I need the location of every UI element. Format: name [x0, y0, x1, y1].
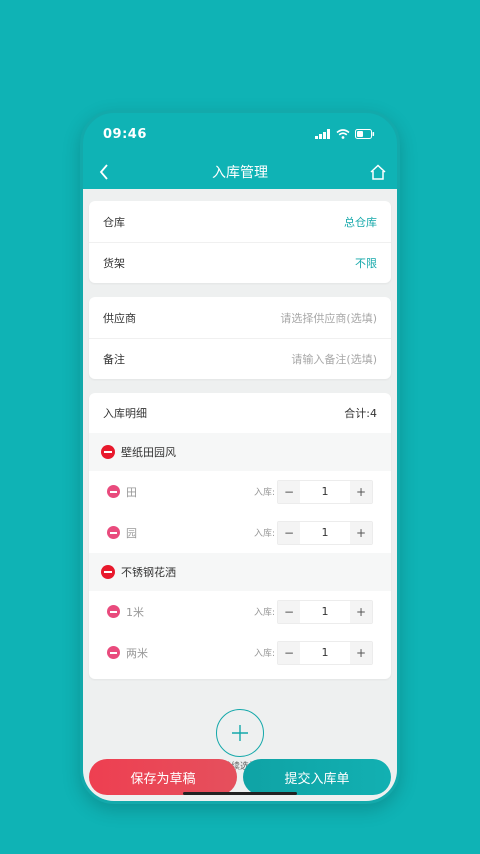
variant-row: 1米 入库: − 1 +	[89, 591, 391, 632]
variant-row: 田 入库: − 1 +	[89, 471, 391, 512]
qty-label: 入库:	[253, 608, 275, 618]
nav-bar: 入库管理	[83, 155, 397, 189]
variant-name: 田	[126, 485, 137, 499]
phone-frame: 09:46 入库管理 仓库 总仓库 货架 不限 供应商 请选择供应商(选填) 备…	[80, 110, 400, 804]
qty-label: 入库:	[253, 529, 275, 539]
product-row: 不锈钢花洒	[89, 553, 391, 591]
variant-row: 园 入库: − 1 +	[89, 512, 391, 553]
supplier-select[interactable]: 请选择供应商(选填)	[280, 310, 377, 326]
decrement-button[interactable]: −	[278, 600, 300, 623]
quantity-stepper: − 1 +	[277, 520, 373, 545]
supplier-row[interactable]: 供应商 请选择供应商(选填)	[89, 297, 391, 338]
status-time: 09:46	[103, 126, 147, 142]
remove-variant-icon[interactable]	[107, 605, 120, 618]
variant-name: 1米	[126, 605, 144, 619]
status-bar: 09:46	[83, 113, 397, 155]
warehouse-value: 总仓库	[344, 215, 377, 229]
remove-product-icon[interactable]	[101, 565, 115, 579]
shelf-row[interactable]: 货架 不限	[89, 242, 391, 283]
back-button[interactable]	[93, 161, 115, 183]
supplier-card: 供应商 请选择供应商(选填) 备注 请输入备注(选填)	[89, 297, 391, 379]
remove-variant-icon[interactable]	[107, 526, 120, 539]
warehouse-label: 仓库	[103, 215, 125, 229]
quantity-input[interactable]: 1	[300, 480, 350, 503]
quantity-input[interactable]: 1	[300, 641, 350, 664]
shelf-label: 货架	[103, 257, 125, 270]
variant-row: 两米 入库: − 1 +	[89, 632, 391, 673]
remove-product-icon[interactable]	[101, 445, 115, 459]
warehouse-card: 仓库 总仓库 货架 不限	[89, 201, 391, 283]
increment-button[interactable]: +	[350, 641, 372, 664]
decrement-button[interactable]: −	[278, 480, 300, 503]
remove-variant-icon[interactable]	[107, 646, 120, 659]
increment-button[interactable]: +	[350, 480, 372, 503]
bottom-action-bar: 保存为草稿 提交入库单	[89, 759, 391, 795]
plus-icon	[232, 725, 248, 741]
save-draft-button[interactable]: 保存为草稿	[89, 759, 237, 795]
add-product-button[interactable]	[216, 709, 264, 757]
warehouse-row[interactable]: 仓库 总仓库	[89, 201, 391, 242]
supplier-label: 供应商	[103, 311, 136, 325]
product-name: 不锈钢花洒	[121, 566, 176, 579]
content-area: 仓库 总仓库 货架 不限 供应商 请选择供应商(选填) 备注 请输入备注(选填)…	[83, 189, 397, 801]
product-row: 壁纸田园风	[89, 433, 391, 471]
decrement-button[interactable]: −	[278, 641, 300, 664]
remove-variant-icon[interactable]	[107, 485, 120, 498]
home-icon	[370, 164, 386, 180]
detail-total: 合计:4	[344, 407, 377, 420]
home-indicator	[183, 792, 297, 795]
remark-row[interactable]: 备注 请输入备注(选填)	[89, 338, 391, 379]
qty-label: 入库:	[253, 488, 275, 498]
battery-icon	[355, 129, 375, 139]
detail-header: 入库明细 合计:4	[89, 393, 391, 433]
chevron-left-icon	[99, 164, 108, 180]
status-icons	[315, 129, 375, 139]
increment-button[interactable]: +	[350, 600, 372, 623]
signal-icon	[315, 129, 330, 139]
detail-title: 入库明细	[103, 407, 147, 420]
quantity-input[interactable]: 1	[300, 521, 350, 544]
submit-button[interactable]: 提交入库单	[243, 759, 391, 795]
variant-name: 园	[126, 526, 137, 540]
detail-card: 入库明细 合计:4 壁纸田园风 田 入库: − 1 + 园 入库: − 1 + …	[89, 393, 391, 679]
decrement-button[interactable]: −	[278, 521, 300, 544]
quantity-stepper: − 1 +	[277, 479, 373, 504]
home-button[interactable]	[367, 161, 389, 183]
quantity-input[interactable]: 1	[300, 600, 350, 623]
shelf-value: 不限	[355, 257, 377, 270]
qty-label: 入库:	[253, 649, 275, 659]
remark-input[interactable]: 请输入备注(选填)	[291, 351, 377, 367]
quantity-stepper: − 1 +	[277, 640, 373, 665]
product-name: 壁纸田园风	[121, 446, 176, 459]
variant-name: 两米	[126, 646, 148, 660]
remark-label: 备注	[103, 353, 125, 366]
page-title: 入库管理	[212, 165, 268, 181]
increment-button[interactable]: +	[350, 521, 372, 544]
wifi-icon	[336, 129, 350, 139]
quantity-stepper: − 1 +	[277, 599, 373, 624]
